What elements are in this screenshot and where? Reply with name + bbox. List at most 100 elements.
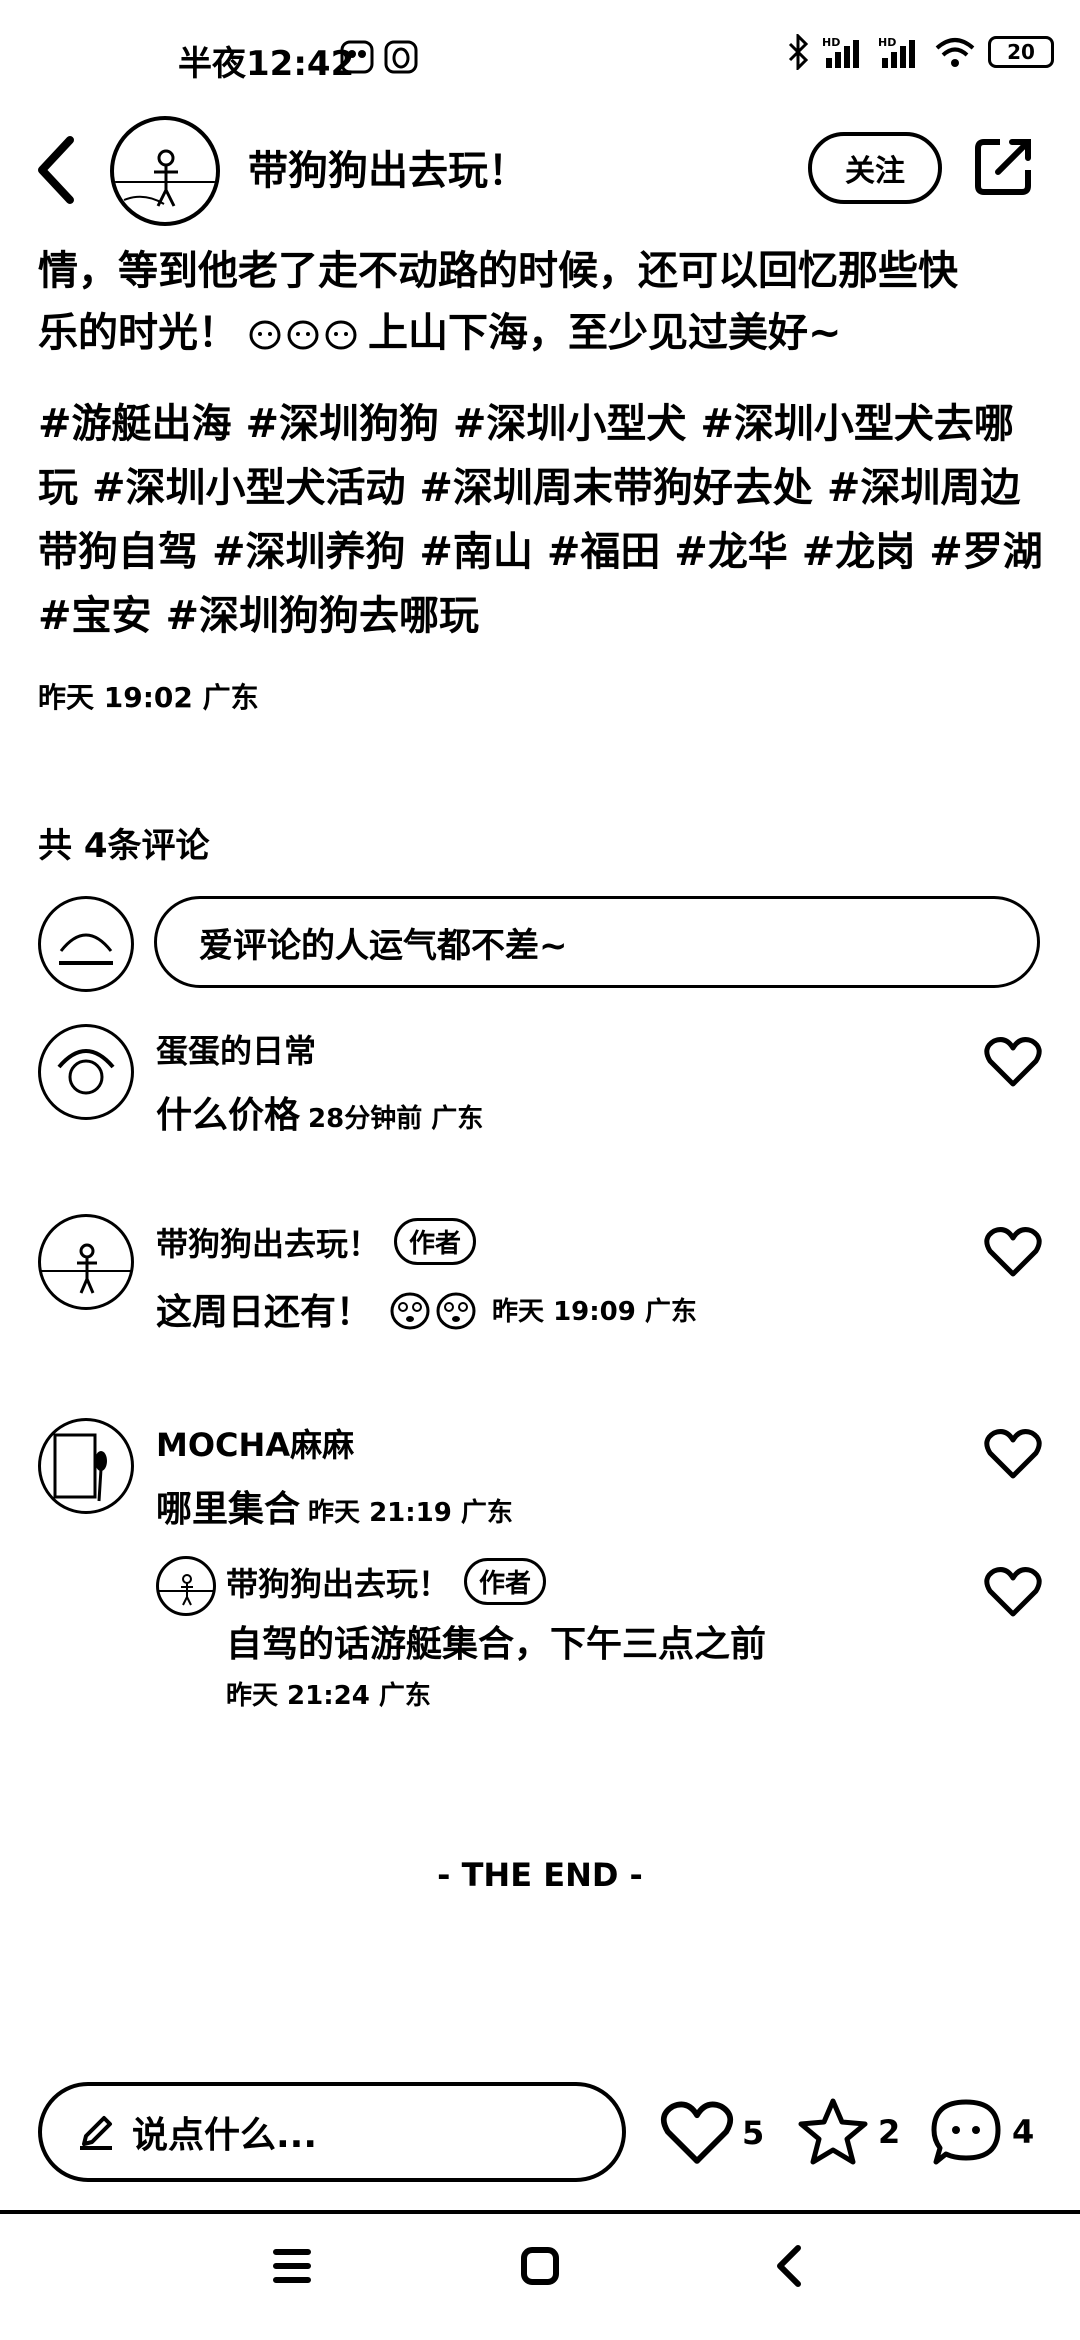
back-icon[interactable] — [30, 130, 90, 210]
hashtag-list: #游艇出海 #深圳狗狗 #深圳小型犬 #深圳小型犬去哪玩 #深圳小型犬活动 #深… — [38, 392, 1048, 648]
comment-item: 带狗狗出去玩！ 作者 这周日还有！ 昨天 19:09 广东 — [156, 1218, 697, 1335]
comment-meta: 昨天 19:09 广东 — [492, 1296, 697, 1327]
hashtag[interactable]: #南山 — [419, 529, 546, 575]
comment-username[interactable]: MOCHA麻麻 — [156, 1420, 513, 1466]
hashtag[interactable]: #宝安 — [38, 593, 165, 639]
comment-avatar-image — [53, 1433, 107, 1502]
svg-text:HD: HD — [878, 36, 896, 49]
reply-avatar[interactable] — [156, 1556, 216, 1616]
reply-header: 带狗狗出去玩！ 作者 — [226, 1558, 766, 1605]
comments-action[interactable]: 4 — [928, 2096, 1034, 2168]
comment-text: 哪里集合 — [156, 1489, 301, 1530]
chick-emoji-icon — [325, 320, 357, 350]
comment-text: 这周日还有！ — [156, 1292, 373, 1333]
surprised-chick-emoji-icon — [390, 1292, 430, 1330]
comment-avatar[interactable] — [38, 1214, 134, 1310]
my-avatar — [38, 896, 134, 992]
hashtag[interactable]: #福田 — [547, 529, 674, 575]
comment-item: 蛋蛋的日常 什么价格 28分钟前 广东 — [156, 1026, 483, 1138]
reply-meta: 昨天 21:24 广东 — [226, 1681, 431, 1711]
my-avatar-image — [59, 933, 113, 965]
hashtag[interactable]: #深圳周末带狗好去处 — [419, 465, 826, 511]
status-bar: 半夜12:42 HD HD 20 — [0, 0, 1080, 120]
author-badge: 作者 — [394, 1218, 477, 1265]
comment-avatar[interactable] — [38, 1024, 134, 1120]
hashtag[interactable]: #深圳狗狗 — [245, 401, 452, 447]
star-icon — [798, 2098, 868, 2165]
app-notification-icon — [340, 40, 374, 74]
comment-body: 哪里集合 昨天 21:19 广东 — [156, 1480, 513, 1532]
comment-meta: 28分钟前 广东 — [308, 1104, 484, 1134]
emoji-group — [388, 1287, 478, 1331]
comment-username[interactable]: 带狗狗出去玩！ — [156, 1219, 380, 1265]
qq-notification-icon — [384, 40, 418, 74]
follow-button[interactable]: 关注 — [808, 132, 942, 204]
like-icon[interactable] — [984, 1428, 1042, 1480]
favorites-count: 2 — [878, 2113, 901, 2151]
comment-body: 这周日还有！ 昨天 19:09 广东 — [156, 1283, 697, 1335]
divider — [0, 2210, 1080, 2214]
post-text-line-2-start: 乐的时光！ — [38, 310, 238, 356]
comment-body: 什么价格 28分钟前 广东 — [156, 1086, 483, 1138]
reply-text: 自驾的话游艇集合，下午三点之前 — [226, 1624, 767, 1665]
comment-avatar-image — [41, 1243, 131, 1294]
likes-action[interactable]: 5 — [660, 2100, 764, 2166]
say-something-input[interactable]: 说点什么... — [38, 2082, 626, 2182]
hashtag[interactable]: #游艇出海 — [38, 401, 245, 447]
menu-nav-icon[interactable] — [262, 2236, 322, 2296]
reply-item: 带狗狗出去玩！ 作者 自驾的话游艇集合，下午三点之前 昨天 21:24 广东 — [226, 1558, 766, 1712]
like-icon[interactable] — [984, 1226, 1042, 1278]
pencil-icon — [80, 2116, 112, 2150]
surprised-chick-emoji-icon — [436, 1292, 476, 1330]
comment-input[interactable]: 爱评论的人运气都不差~ — [154, 896, 1040, 988]
comment-count: 共 4条评论 — [38, 826, 210, 866]
post-text: 情，等到他老了走不动路的时候，还可以回忆那些快 乐的时光！ 上山下海，至少见过美… — [38, 240, 1048, 364]
post-text-line-2: 乐的时光！ 上山下海，至少见过美好~ — [38, 302, 1048, 364]
author-badge: 作者 — [464, 1558, 547, 1605]
comments-count: 4 — [1012, 2113, 1035, 2151]
comment-avatar[interactable] — [38, 1418, 134, 1514]
status-right-icons: HD HD 20 — [786, 34, 1054, 70]
comment-avatar-image — [57, 1049, 115, 1095]
post-date: 昨天 19:02 广东 — [38, 681, 259, 714]
comment-meta: 昨天 21:19 广东 — [308, 1498, 513, 1528]
likes-count: 5 — [742, 2114, 765, 2152]
post-text-line-2-end: 上山下海，至少见过美好~ — [368, 310, 842, 356]
status-time: 半夜12:42 — [178, 44, 355, 84]
comment-username[interactable]: 蛋蛋的日常 — [156, 1026, 483, 1072]
signal-hd-2-icon: HD — [878, 36, 915, 68]
chick-emoji-icon — [249, 320, 281, 350]
reply-username[interactable]: 带狗狗出去玩！ — [226, 1559, 450, 1605]
author-name[interactable]: 带狗狗出去玩！ — [248, 138, 528, 196]
back-nav-icon[interactable] — [760, 2236, 820, 2296]
hashtag[interactable]: #罗湖 — [929, 529, 1043, 575]
hashtag[interactable]: #深圳养狗 — [212, 529, 419, 575]
hashtag[interactable]: #深圳小型犬活动 — [92, 465, 419, 511]
hashtag[interactable]: #深圳狗狗去哪玩 — [165, 593, 479, 639]
hashtag[interactable]: #深圳小型犬 — [453, 401, 700, 447]
end-marker: - THE END - — [437, 1856, 643, 1894]
emoji-group — [248, 316, 358, 350]
like-icon[interactable] — [984, 1566, 1042, 1618]
chick-emoji-icon — [287, 320, 319, 350]
comment-header: 带狗狗出去玩！ 作者 — [156, 1218, 697, 1265]
comment-text: 什么价格 — [156, 1095, 301, 1136]
author-avatar[interactable] — [110, 116, 220, 226]
wifi-icon — [935, 38, 975, 67]
hashtag[interactable]: #龙华 — [674, 529, 801, 575]
status-notification-icons — [340, 40, 418, 74]
reply-avatar-image — [159, 1574, 213, 1606]
battery-indicator: 20 — [988, 36, 1054, 68]
signal-hd-1-icon: HD — [822, 36, 859, 68]
say-something-placeholder: 说点什么... — [132, 2115, 318, 2156]
post-text-line-1: 情，等到他老了走不动路的时候，还可以回忆那些快 — [38, 248, 958, 294]
svg-text:HD: HD — [822, 36, 840, 49]
author-avatar-image — [114, 149, 216, 207]
favorites-action[interactable]: 2 — [796, 2096, 900, 2168]
home-nav-icon[interactable] — [510, 2236, 570, 2296]
heart-icon — [660, 2101, 734, 2164]
like-icon[interactable] — [984, 1036, 1042, 1088]
comment-bubble-icon — [931, 2099, 1001, 2165]
hashtag[interactable]: #龙岗 — [802, 529, 929, 575]
share-icon[interactable] — [972, 134, 1036, 198]
